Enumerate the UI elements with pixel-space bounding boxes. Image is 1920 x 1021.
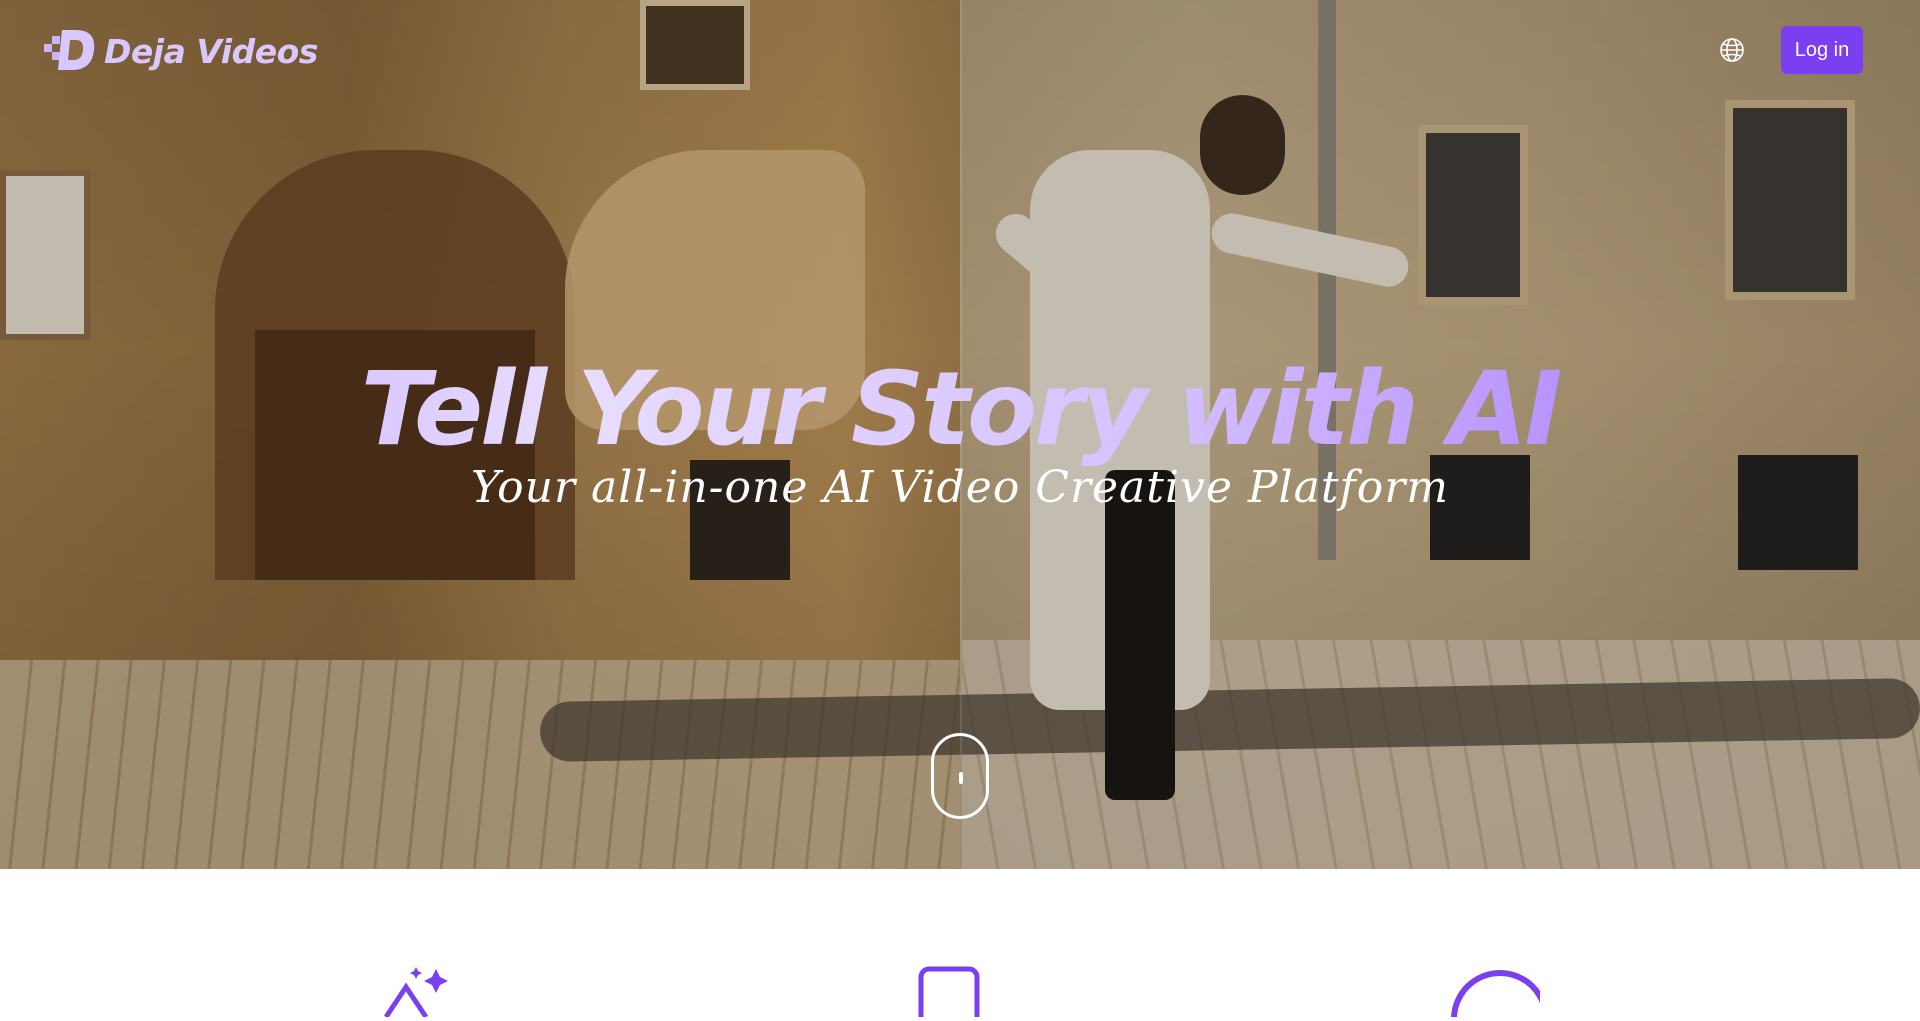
globe-icon[interactable] xyxy=(1718,36,1746,64)
hero-title: Tell Your Story with AI xyxy=(0,350,1920,469)
device-icon xyxy=(918,957,1008,1021)
features-section xyxy=(0,869,1920,1021)
login-button[interactable]: Log in xyxy=(1781,26,1863,74)
brand-name: Deja Videos xyxy=(104,31,318,71)
logo-mark-icon xyxy=(42,26,98,76)
hero-subtitle: Your all-in-one AI Video Creative Platfo… xyxy=(470,462,1450,513)
brand-logo[interactable]: Deja Videos xyxy=(42,26,318,76)
scroll-wheel xyxy=(959,772,963,784)
circle-icon xyxy=(1450,957,1549,1021)
magic-edit-icon xyxy=(380,957,470,1019)
top-navigation: Deja Videos Log in xyxy=(0,0,1920,100)
mouse-scroll-icon[interactable] xyxy=(931,733,989,819)
hero-section: Deja Videos Log in Tell Your Story with … xyxy=(0,0,1920,869)
